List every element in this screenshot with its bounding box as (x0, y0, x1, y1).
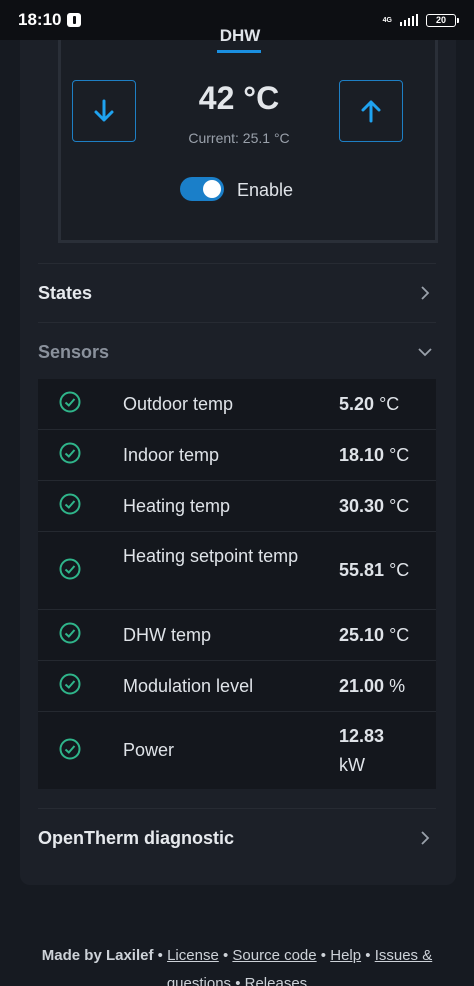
sensors-title: Sensors (38, 341, 110, 362)
battery-icon: 20 (426, 13, 459, 27)
clock: 18:10 (18, 10, 62, 29)
sensor-value: 12.83 kW (339, 726, 385, 775)
separator: • (222, 947, 229, 964)
check-circle-icon (59, 622, 81, 644)
sensor-value: 18.10 °C (339, 445, 410, 465)
separator: • (365, 947, 371, 964)
sensor-name: Heating temp (123, 496, 231, 516)
issues-link[interactable]: Issues & (375, 947, 433, 964)
states-section-header[interactable]: States (38, 264, 436, 322)
sensor-name: Heating setpoint temp (123, 546, 299, 566)
notification-icon (67, 13, 82, 27)
sensor-name: Power (123, 740, 175, 760)
footer: Made by Laxilef • License • Source code … (0, 947, 474, 964)
sensor-value: 21.00 % (339, 676, 406, 696)
network-type: 4G (382, 16, 392, 24)
main-card: DHW 42 °C Current: 25.1 °C Enable States… (20, 26, 456, 885)
check-circle-icon (59, 442, 81, 464)
target-temperature: 42 °C (198, 80, 280, 116)
diagnostic-section-header[interactable]: OpenTherm diagnostic (38, 809, 436, 867)
help-link[interactable]: Help (330, 947, 361, 964)
increase-temp-button[interactable] (339, 80, 403, 142)
enable-toggle[interactable] (180, 177, 224, 201)
source-code-link[interactable]: Source code (232, 947, 316, 964)
current-temperature: Current: 25.1 °C (188, 130, 290, 146)
made-by: Made by Laxilef (41, 947, 154, 964)
sensor-row: Power 12.83 kW (38, 712, 436, 789)
sensor-row: Outdoor temp 5.20 °C (38, 379, 436, 430)
sensor-row: Modulation level 21.00 % (38, 661, 436, 712)
sensor-value: 55.81 °C (339, 560, 410, 580)
chevron-right-icon (418, 831, 432, 845)
sensors-table: Outdoor temp 5.20 °C Indoor temp 18.10 °… (38, 379, 436, 789)
license-link[interactable]: License (167, 947, 219, 964)
states-title: States (38, 282, 93, 303)
signal-icon (400, 14, 418, 26)
check-circle-icon (59, 558, 81, 580)
check-circle-icon (59, 391, 81, 413)
sensor-name: Indoor temp (123, 445, 220, 465)
arrow-down-icon (94, 99, 114, 122)
check-circle-icon (59, 738, 81, 760)
arrow-up-icon (361, 100, 381, 123)
decrease-temp-button[interactable] (72, 80, 136, 142)
dhw-thermostat-panel: DHW 42 °C Current: 25.1 °C Enable (58, 26, 438, 243)
sensor-name: Modulation level (123, 676, 254, 696)
footer-second-line: questions • Releases (166, 975, 308, 986)
sensor-name: DHW temp (123, 625, 212, 645)
tab-active-indicator (217, 50, 261, 53)
sensor-value: 30.30 °C (339, 496, 410, 516)
enable-label: Enable (237, 180, 294, 200)
sensor-value: 25.10 °C (339, 625, 410, 645)
check-circle-icon (59, 673, 81, 695)
separator: • (157, 947, 163, 964)
tab-dhw[interactable]: DHW (218, 26, 262, 44)
chevron-down-icon (418, 345, 432, 359)
sensor-row: Indoor temp 18.10 °C (38, 430, 436, 481)
sensor-value: 5.20 °C (339, 394, 400, 414)
check-circle-icon (59, 493, 81, 515)
sensor-row: Heating setpoint temp 55.81 °C (38, 532, 436, 610)
battery-level: 20 (435, 15, 446, 25)
toggle-knob (203, 180, 221, 198)
diagnostic-title: OpenTherm diagnostic (38, 827, 235, 848)
chevron-right-icon (418, 286, 432, 300)
sensor-name: Outdoor temp (123, 394, 234, 414)
sensors-section-header[interactable]: Sensors (38, 323, 436, 381)
separator: • (320, 947, 327, 964)
sensor-row: Heating temp 30.30 °C (38, 481, 436, 532)
sensor-row: DHW temp 25.10 °C (38, 610, 436, 661)
